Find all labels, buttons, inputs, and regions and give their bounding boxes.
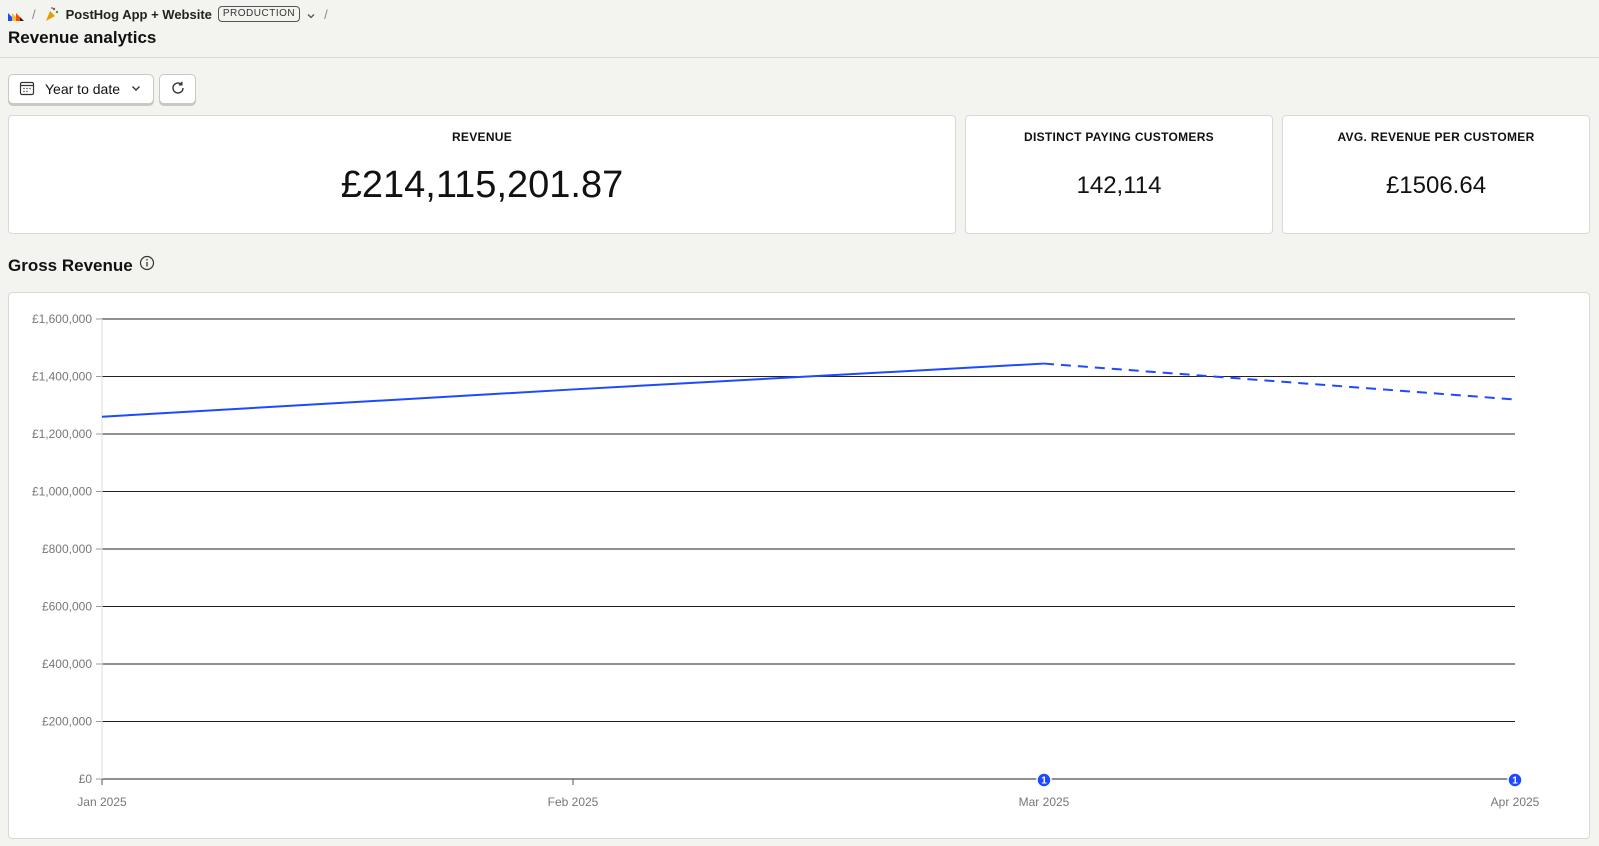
project-name-link[interactable]: PostHog App + Website: [66, 7, 212, 22]
date-range-picker-button[interactable]: Year to date: [8, 74, 154, 104]
environment-badge: PRODUCTION: [217, 6, 301, 22]
section-title: Gross Revenue: [8, 255, 133, 275]
x-tick-label: Jan 2025: [77, 795, 127, 809]
customers-stat-card: DISTINCT PAYING CUSTOMERS 142,114: [965, 115, 1273, 234]
project-party-icon: [44, 6, 60, 22]
page-title: Revenue analytics: [8, 28, 157, 47]
y-tick-label: £1,600,000: [32, 312, 92, 326]
line-chart: £0 £200,000 £400,000 £600,000 £800,000 £1,000…: [32, 312, 1540, 809]
series-line-dashed: [1043, 362, 1516, 401]
gross-revenue-header: Gross Revenue: [8, 255, 155, 276]
date-range-label: Year to date: [45, 81, 120, 97]
y-tick-label: £1,400,000: [32, 370, 92, 384]
annotation-badge-label: 1: [1512, 776, 1518, 787]
customers-value: 142,114: [1076, 172, 1162, 199]
revenue-label: REVENUE: [451, 130, 513, 144]
avg-revenue-label: AVG. REVENUE PER CUSTOMER: [1337, 130, 1535, 144]
customers-label: DISTINCT PAYING CUSTOMERS: [1024, 130, 1214, 144]
calendar-icon: [19, 80, 35, 99]
breadcrumb-separator: /: [32, 6, 36, 22]
revenue-stat-card: REVENUE £214,115,201.87: [8, 115, 956, 234]
toolbar: Year to date: [8, 74, 196, 104]
x-tick-label: Feb 2025: [548, 795, 599, 809]
y-tick-label: £0: [79, 772, 93, 786]
y-tick-label: £200,000: [42, 715, 92, 729]
revenue-value: £214,115,201.87: [340, 164, 624, 206]
refresh-icon: [170, 80, 186, 99]
y-tick-label: £1,200,000: [32, 427, 92, 441]
breadcrumb: / PostHog App + Website PRODUCTION /: [8, 5, 330, 23]
x-tick-label: Mar 2025: [1019, 795, 1070, 809]
series-line-solid: [101, 362, 1045, 418]
y-tick-label: £400,000: [42, 657, 92, 671]
y-tick-label: £1,000,000: [32, 485, 92, 499]
info-icon[interactable]: [139, 255, 155, 276]
x-tick-label: Apr 2025: [1491, 795, 1540, 809]
refresh-button[interactable]: [159, 74, 196, 104]
breadcrumb-separator: /: [324, 6, 328, 22]
avg-revenue-stat-card: AVG. REVENUE PER CUSTOMER £1506.64: [1282, 115, 1590, 234]
avg-revenue-value: £1506.64: [1385, 172, 1487, 199]
top-bar: / PostHog App + Website PRODUCTION / Rev…: [0, 0, 1599, 58]
annotation-badge-label: 1: [1041, 776, 1047, 787]
chevron-down-icon: [130, 81, 142, 97]
project-switcher-chevron-icon[interactable]: [306, 9, 316, 19]
posthog-logo-icon[interactable]: [8, 9, 24, 21]
y-tick-label: £800,000: [42, 542, 92, 556]
gross-revenue-chart: £0 £200,000 £400,000 £600,000 £800,000 £1,000…: [8, 292, 1590, 839]
y-tick-label: £600,000: [42, 600, 92, 614]
